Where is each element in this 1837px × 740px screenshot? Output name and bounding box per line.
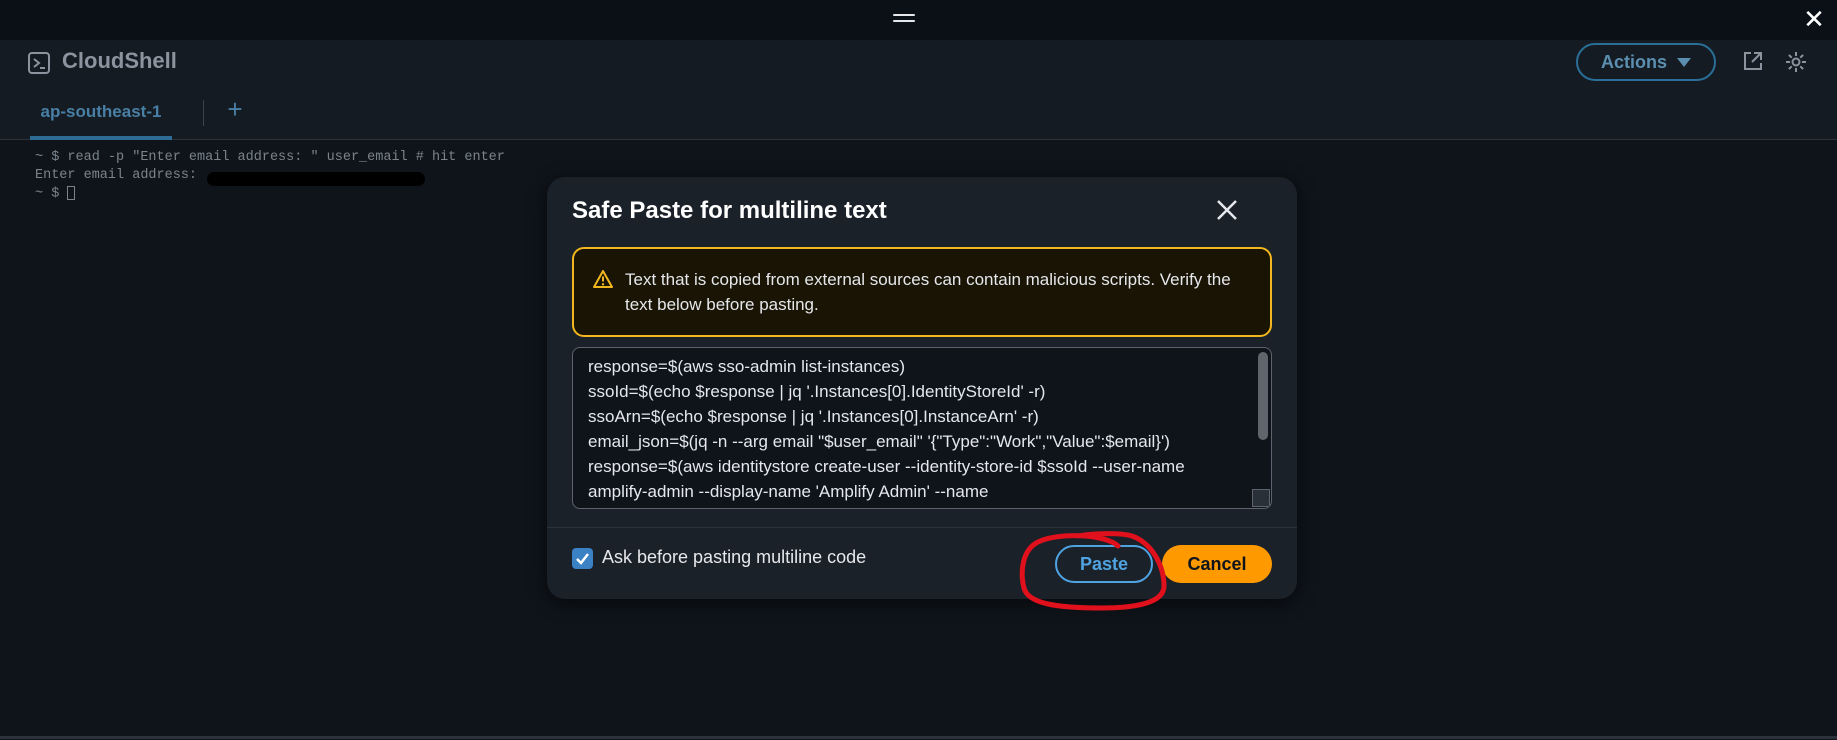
code-line: ssoArn=$(echo $response | jq '.Instances… xyxy=(588,407,1039,426)
cloudshell-header xyxy=(0,40,1837,96)
actions-label: Actions xyxy=(1600,51,1667,72)
caret-down-icon xyxy=(1677,57,1691,67)
terminal-prompt-line: ~ $ xyxy=(35,186,76,202)
terminal-line: ~ $ read -p "Enter email address: " user… xyxy=(35,150,505,165)
open-external-icon[interactable] xyxy=(1742,50,1764,72)
page-title: CloudShell xyxy=(62,48,177,73)
warning-alert: Text that is copied from external source… xyxy=(572,247,1272,337)
code-line: email_json=$(jq -n --arg email "$user_em… xyxy=(588,432,1170,451)
tab-bar xyxy=(0,96,1837,140)
drag-handle-icon[interactable] xyxy=(893,14,915,28)
cloudshell-icon xyxy=(28,52,50,74)
redaction-mark xyxy=(207,172,425,186)
terminal-line: Enter email address: xyxy=(35,168,206,183)
resize-grip-icon[interactable] xyxy=(1252,489,1270,507)
safe-paste-dialog: Safe Paste for multiline text Text that … xyxy=(547,177,1297,599)
paste-button[interactable]: Paste xyxy=(1055,545,1153,583)
tab-ap-southeast-1[interactable]: ap-southeast-1 xyxy=(30,96,172,140)
add-tab-icon[interactable]: + xyxy=(222,96,248,122)
cancel-button[interactable]: Cancel xyxy=(1162,545,1272,583)
code-line: ssoId=$(echo $response | jq '.Instances[… xyxy=(588,382,1046,401)
window-close-icon[interactable]: ✕ xyxy=(1801,6,1827,32)
tab-divider xyxy=(203,100,204,126)
checkmark-icon xyxy=(576,553,589,565)
close-icon[interactable] xyxy=(1212,195,1242,225)
code-line: amplify-admin --display-name 'Amplify Ad… xyxy=(588,482,989,501)
ask-before-pasting-checkbox[interactable] xyxy=(572,548,593,569)
scrollbar-thumb[interactable] xyxy=(1258,352,1268,440)
code-line: response=$(aws sso-admin list-instances) xyxy=(588,357,905,376)
gear-icon[interactable] xyxy=(1784,50,1808,74)
code-lines: response=$(aws sso-admin list-instances)… xyxy=(588,354,1253,504)
warning-text: Text that is copied from external source… xyxy=(625,270,1231,314)
checkbox-label: Ask before pasting multiline code xyxy=(602,547,867,567)
window-titlebar: ✕ xyxy=(0,0,1837,40)
terminal-cursor xyxy=(67,186,76,200)
terminal-prompt: ~ $ xyxy=(35,186,68,202)
bottom-border xyxy=(0,736,1837,739)
warning-icon xyxy=(593,270,613,288)
code-line: response=$(aws identitystore create-user… xyxy=(588,457,1185,476)
actions-button[interactable]: Actions xyxy=(1576,43,1716,81)
dialog-divider xyxy=(547,527,1297,528)
dialog-title: Safe Paste for multiline text xyxy=(572,197,887,224)
code-preview-textarea[interactable]: response=$(aws sso-admin list-instances)… xyxy=(572,347,1272,509)
